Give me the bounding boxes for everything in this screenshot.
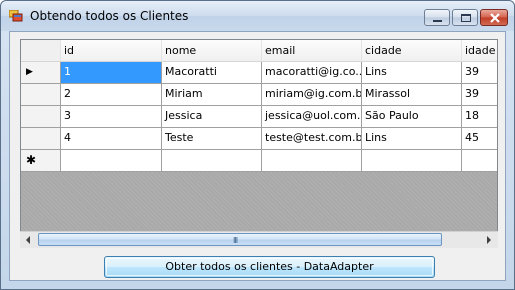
cell-idade[interactable]: 18 (462, 106, 497, 128)
button-label: Obter todos os clientes - DataAdapter (165, 260, 374, 273)
cell-cidade[interactable]: São Paulo (362, 106, 462, 128)
cell-cidade[interactable]: Lins (362, 62, 462, 84)
column-header-id[interactable]: id (61, 40, 162, 62)
cell-nome[interactable] (162, 150, 262, 172)
cell-nome[interactable]: Miriam (162, 84, 262, 106)
header-row: id nome email cidade idade (21, 40, 497, 62)
table-row[interactable]: 2 Miriam miriam@ig.com.br Mirassol 39 (21, 84, 497, 106)
cell-id[interactable]: 4 (61, 128, 162, 150)
column-header-idade[interactable]: idade (462, 40, 497, 62)
cell-nome[interactable]: Teste (162, 128, 262, 150)
corner-header[interactable] (21, 40, 61, 62)
minimize-button[interactable] (424, 9, 450, 26)
cell-id[interactable] (61, 150, 162, 172)
cell-idade[interactable]: 45 (462, 128, 497, 150)
cell-id[interactable]: 1 (61, 62, 162, 84)
scrollbar-grip: III (233, 236, 238, 245)
row-header[interactable] (21, 84, 61, 106)
table-row[interactable]: 4 Teste teste@test.com.br Lins 45 (21, 128, 497, 150)
clients-data-grid[interactable]: id nome email cidade idade ▶ 1 Macoratti… (20, 39, 498, 247)
new-row[interactable]: ✱ (21, 150, 497, 172)
table-row[interactable]: 3 Jessica jessica@uol.com.br São Paulo 1… (21, 106, 497, 128)
close-icon (490, 13, 500, 23)
cell-idade[interactable]: 39 (462, 62, 497, 84)
current-row-icon: ▶ (26, 67, 33, 77)
cell-email[interactable]: jessica@uol.com.br (262, 106, 362, 128)
cell-cidade[interactable]: Mirassol (362, 84, 462, 106)
cell-nome[interactable]: Jessica (162, 106, 262, 128)
cell-email[interactable]: macoratti@ig.co... (262, 62, 362, 84)
cell-idade[interactable] (462, 150, 497, 172)
cell-email[interactable]: teste@test.com.br (262, 128, 362, 150)
windows-form-icon (9, 10, 23, 22)
row-header[interactable]: ▶ (21, 62, 61, 84)
cell-idade[interactable]: 39 (462, 84, 497, 106)
row-header[interactable] (21, 106, 61, 128)
cell-email[interactable] (262, 150, 362, 172)
cell-cidade[interactable]: Lins (362, 128, 462, 150)
maximize-icon (461, 14, 471, 22)
column-header-nome[interactable]: nome (162, 40, 262, 62)
cell-email[interactable]: miriam@ig.com.br (262, 84, 362, 106)
maximize-button[interactable] (452, 9, 478, 26)
row-header[interactable]: ✱ (21, 150, 61, 172)
minimize-icon (433, 20, 442, 22)
title-bar[interactable]: Obtendo todos os Clientes (1, 1, 514, 31)
scrollbar-thumb[interactable]: III (38, 233, 442, 246)
scroll-left-icon[interactable] (21, 233, 36, 247)
cell-id[interactable]: 3 (61, 106, 162, 128)
horizontal-scrollbar[interactable]: III (20, 231, 498, 248)
column-header-cidade[interactable]: cidade (362, 40, 462, 62)
row-header[interactable] (21, 128, 61, 150)
cell-id[interactable]: 2 (61, 84, 162, 106)
scroll-right-icon[interactable] (481, 233, 496, 247)
main-window: Obtendo todos os Clientes id nome email … (0, 0, 515, 290)
table-row[interactable]: ▶ 1 Macoratti macoratti@ig.co... Lins 39 (21, 62, 497, 84)
new-row-icon: ✱ (26, 153, 37, 167)
get-all-clients-button[interactable]: Obter todos os clientes - DataAdapter (104, 256, 435, 278)
close-button[interactable] (480, 9, 508, 26)
column-header-email[interactable]: email (262, 40, 362, 62)
window-title: Obtendo todos os Clientes (30, 9, 189, 23)
cell-nome[interactable]: Macoratti (162, 62, 262, 84)
cell-cidade[interactable] (362, 150, 462, 172)
